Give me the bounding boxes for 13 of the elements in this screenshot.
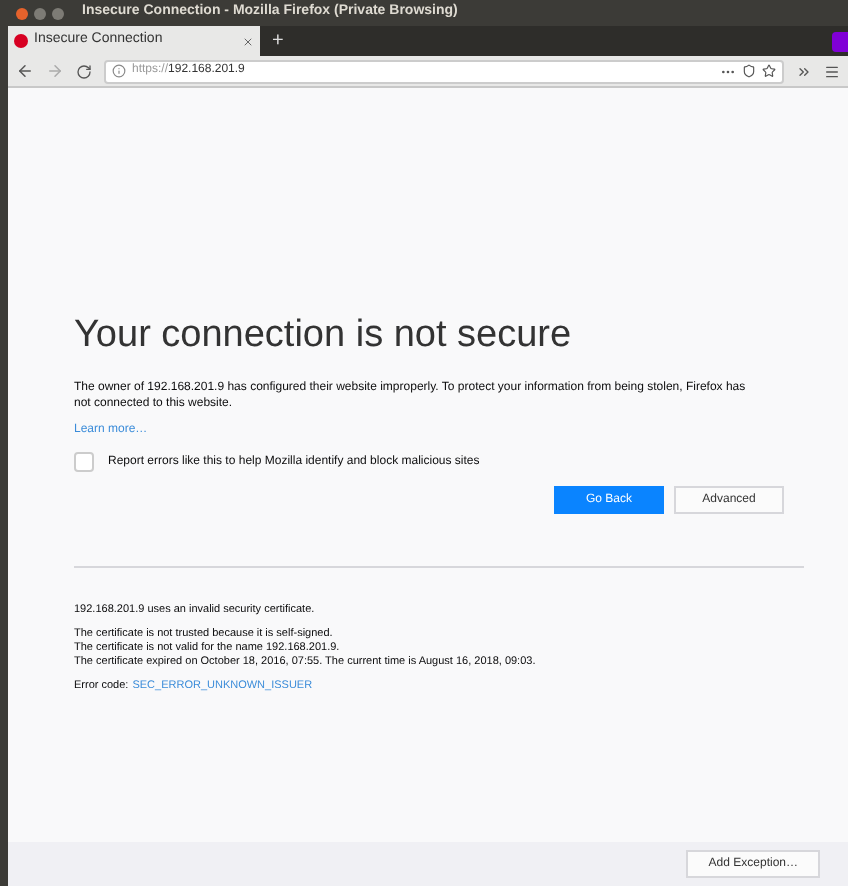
new-tab-button[interactable]: + xyxy=(272,32,284,52)
overflow-icon[interactable] xyxy=(796,63,812,79)
back-icon[interactable] xyxy=(16,62,34,80)
close-icon[interactable] xyxy=(16,7,28,19)
minimize-icon[interactable] xyxy=(34,7,46,19)
maximize-icon[interactable] xyxy=(52,7,64,19)
report-checkbox[interactable] xyxy=(74,452,94,472)
reload-icon[interactable] xyxy=(76,63,92,79)
menu-icon[interactable] xyxy=(824,63,840,79)
info-icon[interactable] xyxy=(112,64,126,78)
error-heading: Your connection is not secure xyxy=(74,316,574,354)
close-tab-icon[interactable] xyxy=(242,35,254,47)
bookmark-icon[interactable] xyxy=(762,64,776,78)
